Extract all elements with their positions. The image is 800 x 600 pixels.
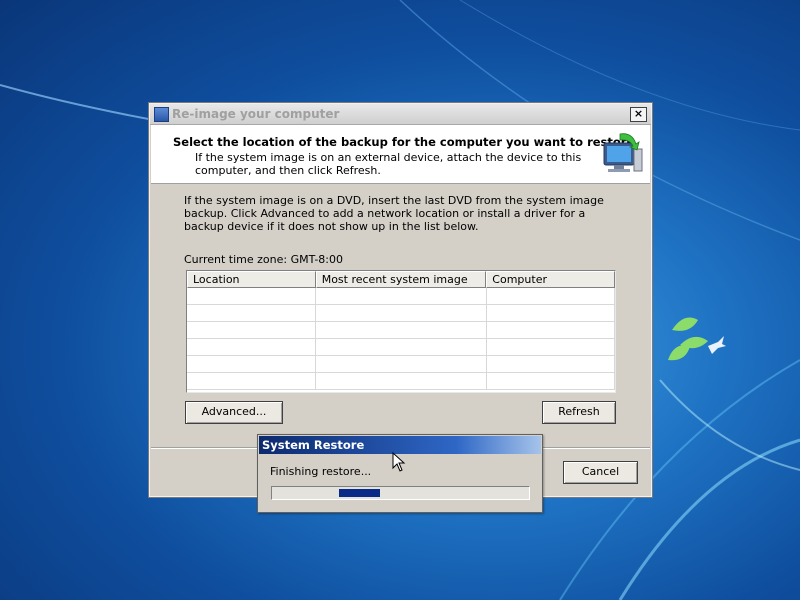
table-row[interactable] <box>187 305 615 322</box>
restore-progress-bar <box>271 486 530 500</box>
table-row[interactable] <box>187 339 615 356</box>
computer-restore-icon <box>603 133 643 172</box>
table-row[interactable] <box>187 288 615 305</box>
instructions-text: If the system image is on a DVD, insert … <box>184 194 604 233</box>
cancel-button[interactable]: Cancel <box>563 461 638 484</box>
table-row[interactable] <box>187 322 615 339</box>
table-row[interactable] <box>187 356 615 373</box>
dialog-header: Select the location of the backup for th… <box>151 125 650 184</box>
header-title: Select the location of the backup for th… <box>173 135 635 149</box>
header-subtitle: If the system image is on an external de… <box>195 151 582 177</box>
leaf-decoration-icon <box>668 317 708 361</box>
dialog-title: Re-image your computer <box>172 107 340 121</box>
column-header-recent-image[interactable]: Most recent system image <box>315 271 487 288</box>
timezone-label: Current time zone: GMT-8:00 <box>184 253 344 266</box>
column-header-location[interactable]: Location <box>187 271 316 288</box>
restore-status-text: Finishing restore... <box>270 465 372 478</box>
bird-icon <box>708 336 726 354</box>
backup-location-table[interactable]: Location Most recent system image Comput… <box>186 270 616 393</box>
system-restore-popup: System Restore Finishing restore... <box>257 434 543 513</box>
table-row[interactable] <box>187 373 615 390</box>
advanced-button[interactable]: Advanced... <box>185 401 283 424</box>
arrow-cursor-icon <box>392 452 406 472</box>
dialog-titlebar[interactable]: Re-image your computer × <box>150 104 651 125</box>
refresh-button[interactable]: Refresh <box>542 401 616 424</box>
column-header-computer[interactable]: Computer <box>486 271 615 288</box>
window-icon <box>154 107 169 122</box>
progress-indicator <box>339 489 380 497</box>
table-header: Location Most recent system image Comput… <box>187 271 615 288</box>
close-button[interactable]: × <box>630 107 647 122</box>
